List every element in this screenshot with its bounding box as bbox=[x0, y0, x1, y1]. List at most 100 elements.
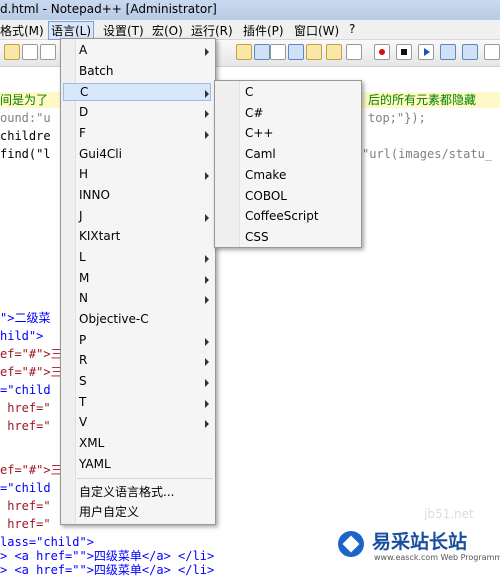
submenu-arrow-icon bbox=[205, 90, 209, 98]
menu-help[interactable]: ? bbox=[349, 22, 355, 36]
c-sub-item-cmake[interactable]: Cmake bbox=[245, 166, 286, 184]
copy-icon[interactable] bbox=[22, 44, 38, 60]
code-line: lass="child"> bbox=[0, 535, 94, 549]
submenu-arrow-icon bbox=[205, 338, 209, 346]
folder-icon[interactable] bbox=[236, 44, 252, 60]
title-bar: d.html - Notepad++ [Administrator] bbox=[0, 0, 500, 21]
lang-item-l[interactable]: L bbox=[79, 248, 86, 266]
doc-map-icon[interactable] bbox=[306, 44, 322, 60]
c-sub-item-cobol[interactable]: COBOL bbox=[245, 187, 287, 205]
open-file-icon[interactable] bbox=[4, 44, 20, 60]
submenu-arrow-icon bbox=[205, 214, 209, 222]
code-line: href=" bbox=[0, 401, 51, 415]
paragraph-icon[interactable] bbox=[270, 44, 286, 60]
lang-item-f[interactable]: F bbox=[79, 124, 86, 142]
submenu-arrow-icon bbox=[205, 420, 209, 428]
c-languages-submenu: C C# C++ Caml Cmake COBOL CoffeeScript C… bbox=[214, 80, 362, 248]
code-line: href=" bbox=[0, 419, 51, 433]
submenu-arrow-icon bbox=[205, 131, 209, 139]
wrap-icon[interactable] bbox=[254, 44, 270, 60]
lang-item-s[interactable]: S bbox=[79, 372, 87, 390]
lang-item-v[interactable]: V bbox=[79, 413, 87, 431]
submenu-arrow-icon bbox=[205, 379, 209, 387]
code-line: ">二级菜 bbox=[0, 311, 51, 325]
c-sub-item-c[interactable]: C bbox=[245, 83, 253, 101]
c-sub-item-css[interactable]: CSS bbox=[245, 228, 269, 246]
watermark-brand: 易采站长站 bbox=[372, 531, 468, 553]
code-line: ef="#">三 bbox=[0, 365, 63, 379]
submenu-arrow-icon bbox=[205, 255, 209, 263]
window-title: d.html - Notepad++ [Administrator] bbox=[0, 2, 217, 16]
code-line: href=" bbox=[0, 499, 51, 513]
lang-item-user-defined[interactable]: 用户自定义 bbox=[79, 503, 139, 521]
code-line: > <a href="">四级菜单</a> </li> bbox=[0, 549, 215, 563]
submenu-arrow-icon bbox=[205, 400, 209, 408]
code-line: top;"}); bbox=[368, 111, 426, 125]
monitor-icon[interactable] bbox=[346, 44, 362, 60]
save-macro-icon[interactable] bbox=[462, 44, 478, 60]
watermark: jb51.net 易采站长站 www.easck.com Web Program… bbox=[330, 507, 500, 569]
toolbar-more-icon[interactable] bbox=[484, 44, 500, 60]
menu-run[interactable]: 运行(R) bbox=[191, 22, 233, 39]
submenu-arrow-icon bbox=[205, 48, 209, 56]
menu-settings[interactable]: 设置(T) bbox=[103, 22, 144, 39]
lang-item-define-language[interactable]: 自定义语言格式... bbox=[79, 483, 174, 501]
lang-item-c[interactable]: C bbox=[63, 83, 211, 101]
code-line: childre bbox=[0, 129, 51, 143]
submenu-arrow-icon bbox=[205, 110, 209, 118]
code-line: hild"> bbox=[0, 329, 44, 343]
menu-separator bbox=[77, 478, 213, 479]
submenu-arrow-icon bbox=[205, 276, 209, 284]
language-menu: A Batch C D F Gui4Cli H INNO J KIXtart L… bbox=[60, 38, 216, 525]
lang-item-inno[interactable]: INNO bbox=[79, 186, 110, 204]
watermark-tagline: www.easck.com Web Programmer bbox=[374, 553, 500, 562]
c-sub-item-cpp[interactable]: C++ bbox=[245, 124, 274, 142]
code-line: 间是为了 bbox=[0, 93, 49, 107]
stop-record-icon[interactable] bbox=[396, 44, 412, 60]
lang-item-xml[interactable]: XML bbox=[79, 434, 104, 452]
submenu-arrow-icon bbox=[205, 172, 209, 180]
c-sub-item-coffeescript[interactable]: CoffeeScript bbox=[245, 207, 319, 225]
code-line: 后的所有元素都隐藏 bbox=[368, 93, 477, 107]
lang-item-m[interactable]: M bbox=[79, 269, 89, 287]
lang-item-r[interactable]: R bbox=[79, 351, 87, 369]
menu-window[interactable]: 窗口(W) bbox=[294, 22, 339, 39]
brand-logo-icon bbox=[338, 531, 364, 557]
code-line: > <a href="">四级菜单</a> </li> bbox=[0, 563, 215, 577]
code-line: ound:"u bbox=[0, 111, 51, 125]
lang-item-d[interactable]: D bbox=[79, 103, 88, 121]
lang-item-objective-c[interactable]: Objective-C bbox=[79, 310, 149, 328]
record-macro-icon[interactable] bbox=[374, 44, 390, 60]
lang-item-yaml[interactable]: YAML bbox=[79, 455, 111, 473]
lang-item-kixtart[interactable]: KIXtart bbox=[79, 227, 120, 245]
lang-item-batch[interactable]: Batch bbox=[79, 62, 114, 80]
code-line: find("l bbox=[0, 147, 51, 161]
c-sub-item-caml[interactable]: Caml bbox=[245, 145, 276, 163]
lang-item-gui4cli[interactable]: Gui4Cli bbox=[79, 145, 122, 163]
menu-bar: 格式(M) 语言(L) 设置(T) 宏(O) 运行(R) 插件(P) 窗口(W)… bbox=[0, 20, 500, 40]
c-sub-item-csharp[interactable]: C# bbox=[245, 104, 263, 122]
code-line: ="child bbox=[0, 383, 51, 397]
menu-macro[interactable]: 宏(O) bbox=[152, 22, 183, 39]
menu-plugins[interactable]: 插件(P) bbox=[243, 22, 284, 39]
watermark-domain: jb51.net bbox=[424, 507, 474, 521]
submenu-arrow-icon bbox=[205, 358, 209, 366]
lang-item-t[interactable]: T bbox=[79, 393, 86, 411]
code-line: "url(images/statu_ bbox=[362, 147, 493, 161]
submenu-arrow-icon bbox=[205, 296, 209, 304]
indent-guide-icon[interactable] bbox=[288, 44, 304, 60]
play-macro-icon[interactable] bbox=[418, 44, 434, 60]
lang-item-n[interactable]: N bbox=[79, 289, 88, 307]
lang-item-j[interactable]: J bbox=[79, 207, 83, 225]
lang-item-a[interactable]: A bbox=[79, 41, 87, 59]
lang-item-p[interactable]: P bbox=[79, 331, 86, 349]
code-line: ef="#">三 bbox=[0, 347, 63, 361]
lang-item-h[interactable]: H bbox=[79, 165, 88, 183]
code-line: ="child bbox=[0, 481, 51, 495]
code-line: href=" bbox=[0, 517, 51, 531]
run-multiple-icon[interactable] bbox=[440, 44, 456, 60]
menu-format[interactable]: 格式(M) bbox=[0, 22, 44, 39]
code-line: ef="#">三 bbox=[0, 463, 63, 477]
redo-icon[interactable] bbox=[40, 44, 56, 60]
function-list-icon[interactable] bbox=[326, 44, 342, 60]
